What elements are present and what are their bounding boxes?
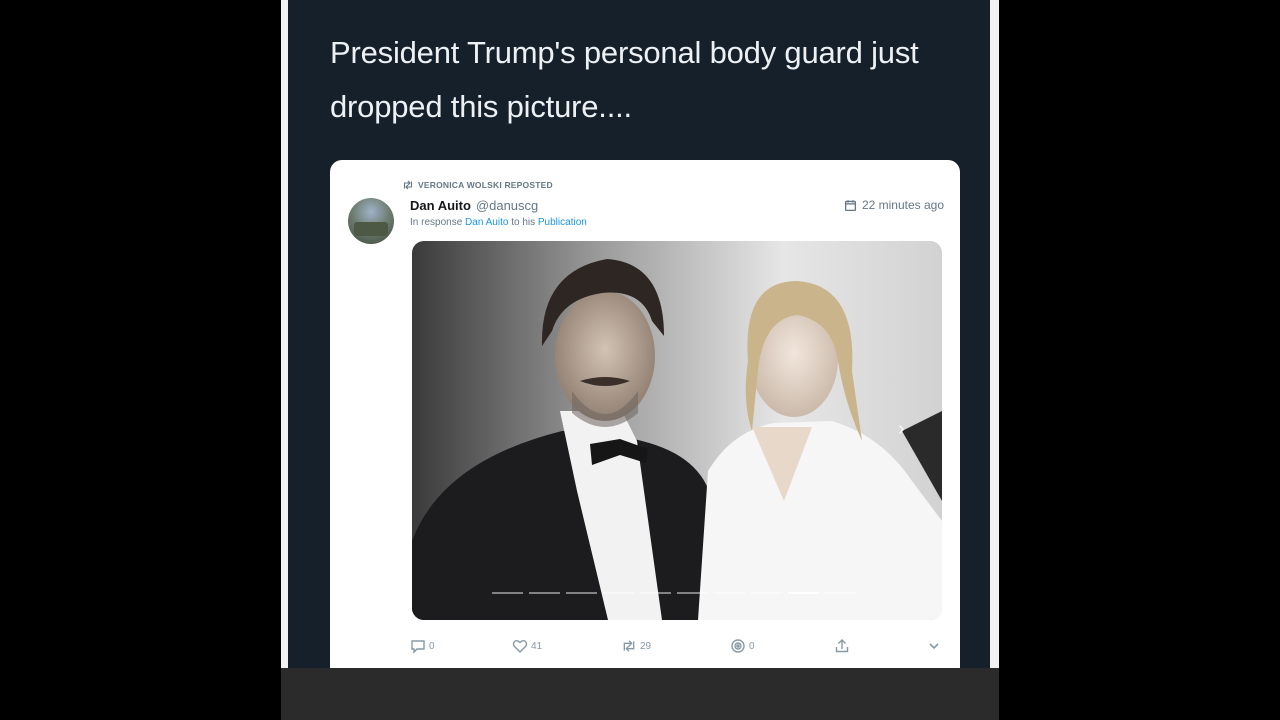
reply-icon — [411, 640, 425, 654]
retweet-icon — [623, 640, 635, 652]
frame-left-edge — [281, 0, 288, 668]
quoted-tweet-card[interactable]: VERONICA WOLSKI REPOSTED Dan Auito @danu… — [330, 160, 960, 668]
carousel-dash[interactable] — [714, 592, 745, 594]
like-count: 41 — [531, 640, 543, 652]
frame-right-edge — [990, 0, 999, 668]
video-bottom-bar — [281, 668, 999, 720]
author-handle[interactable]: @danuscg — [476, 198, 538, 213]
carousel-dash[interactable] — [529, 592, 560, 594]
carousel-dash[interactable] — [825, 592, 856, 594]
retweet-icon — [403, 180, 413, 190]
in-response-target-link[interactable]: Publication — [538, 217, 587, 228]
share-button[interactable] — [834, 638, 850, 654]
eye-icon — [731, 639, 745, 653]
screenshot-frame: President Trump's personal body guard ju… — [281, 0, 999, 720]
headline-text: President Trump's personal body guard ju… — [330, 35, 919, 124]
heart-icon — [512, 640, 528, 653]
retweet-button[interactable]: 29 — [621, 638, 651, 654]
carousel-dash[interactable] — [788, 592, 819, 594]
tweet-actions: 0 41 29 0 — [410, 638, 940, 658]
more-options-button[interactable] — [926, 638, 942, 654]
in-response-mid: to his — [511, 217, 536, 228]
in-response-line: In response Dan Auito to his Publication — [410, 217, 587, 228]
reply-count: 0 — [429, 640, 435, 652]
repost-label: VERONICA WOLSKI REPOSTED — [418, 180, 553, 190]
media-photo[interactable]: › — [412, 241, 942, 620]
author-name[interactable]: Dan Auito — [410, 198, 471, 213]
share-icon — [835, 639, 849, 653]
avatar[interactable] — [348, 198, 394, 244]
retweet-count: 29 — [640, 640, 652, 652]
like-button[interactable]: 41 — [512, 638, 542, 654]
timestamp-text: 22 minutes ago — [861, 198, 944, 212]
author-line: Dan Auito @danuscg — [410, 198, 538, 213]
carousel-next-icon[interactable]: › — [898, 419, 912, 439]
carousel-dash[interactable] — [677, 592, 708, 594]
carousel-dash[interactable] — [566, 592, 597, 594]
carousel-dash[interactable] — [492, 592, 523, 594]
carousel-dash[interactable] — [640, 592, 671, 594]
views-button[interactable]: 0 — [730, 638, 755, 654]
views-count: 0 — [749, 640, 755, 652]
carousel-dash[interactable] — [751, 592, 782, 594]
carousel-dash[interactable] — [603, 592, 634, 594]
in-response-prefix: In response — [410, 217, 463, 228]
timestamp[interactable]: 22 minutes ago — [844, 198, 944, 212]
reply-button[interactable]: 0 — [410, 638, 435, 654]
repost-indicator: VERONICA WOLSKI REPOSTED — [402, 180, 553, 190]
carousel-indicator — [492, 592, 856, 594]
tweet-panel: President Trump's personal body guard ju… — [288, 0, 990, 668]
chevron-down-icon — [929, 643, 939, 650]
photo-image — [412, 241, 942, 620]
in-response-name-link[interactable]: Dan Auito — [465, 217, 508, 228]
calendar-icon — [844, 199, 856, 211]
